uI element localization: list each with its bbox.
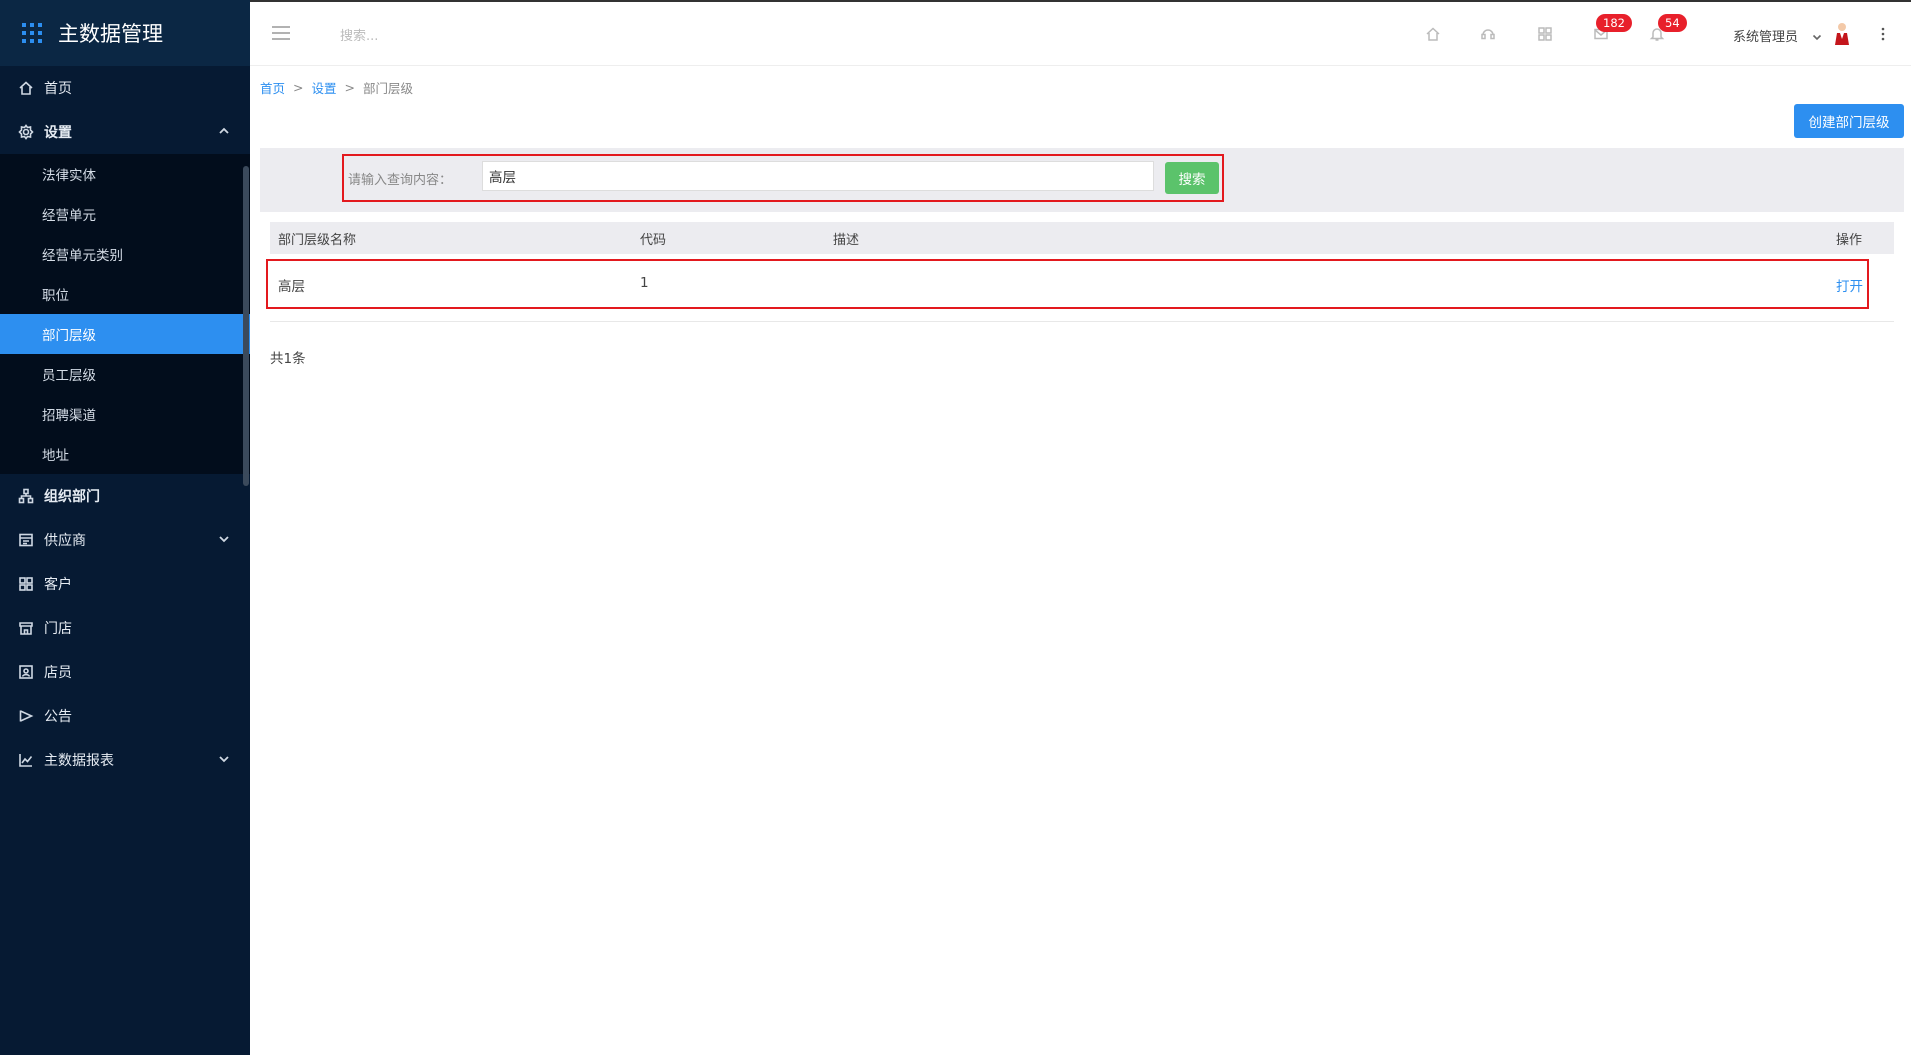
more-vertical-icon[interactable] xyxy=(1880,26,1886,42)
user-name[interactable]: 系统管理员 xyxy=(1733,26,1798,45)
column-header-desc: 描述 xyxy=(833,232,860,248)
sidebar-item-clerk[interactable]: 店员 xyxy=(0,650,250,694)
sidebar-item-supplier[interactable]: 供应商 xyxy=(0,518,250,562)
apps-icon[interactable] xyxy=(1537,26,1553,42)
create-department-level-button[interactable]: 创建部门层级 xyxy=(1794,104,1904,138)
apps-grid-icon xyxy=(22,23,42,43)
total-count: 共1条 xyxy=(270,351,306,367)
chevron-down-icon xyxy=(218,753,230,765)
sidebar-scrollbar[interactable] xyxy=(243,166,249,486)
breadcrumb-current: 部门层级 xyxy=(363,81,414,96)
breadcrumb-separator: > xyxy=(344,80,355,95)
sidebar-nav: 首页 设置 xyxy=(0,66,250,154)
sidebar-item-reports[interactable]: 主数据报表 xyxy=(0,738,250,782)
global-search-input[interactable] xyxy=(340,24,540,48)
sidebar-item-label: 主数据报表 xyxy=(44,753,114,769)
sidebar-subitem-business-unit-type[interactable]: 经营单元类别 xyxy=(0,234,250,274)
column-header-name: 部门层级名称 xyxy=(278,232,357,248)
sidebar-subitem-position[interactable]: 职位 xyxy=(0,274,250,314)
sidebar-item-label: 客户 xyxy=(44,577,72,593)
sidebar-item-org[interactable]: 组织部门 xyxy=(0,474,250,518)
sidebar-item-home[interactable]: 首页 xyxy=(0,66,250,110)
cell-code: 1 xyxy=(640,275,649,291)
breadcrumb: 首页 > 设置 > 部门层级 xyxy=(260,78,413,97)
table-header: 部门层级名称 代码 描述 操作 xyxy=(270,222,1894,254)
sidebar-item-label: 门店 xyxy=(44,621,72,637)
sidebar-subitem-department-level[interactable]: 部门层级 xyxy=(0,314,250,354)
table-row: 高层 1 打开 xyxy=(266,254,1894,322)
chart-line-icon xyxy=(18,752,34,768)
home-icon xyxy=(18,80,34,96)
supplier-icon xyxy=(18,532,34,548)
row-highlight-box xyxy=(266,259,1869,309)
top-header: 182 54 系统管理员 xyxy=(250,0,1911,66)
sidebar-subitem-business-unit[interactable]: 经营单元 xyxy=(0,194,250,234)
sidebar-item-customer[interactable]: 客户 xyxy=(0,562,250,606)
sidebar-item-label: 公告 xyxy=(44,709,72,725)
sidebar-subitem-address[interactable]: 地址 xyxy=(0,434,250,474)
settings-submenu: 法律实体 经营单元 经营单元类别 职位 部门层级 员工层级 招聘渠道 地址 xyxy=(0,154,250,474)
chevron-up-icon xyxy=(218,125,230,137)
support-icon[interactable] xyxy=(1480,26,1496,42)
open-link[interactable]: 打开 xyxy=(1836,275,1863,295)
sidebar-subitem-legal-entity[interactable]: 法律实体 xyxy=(0,154,250,194)
column-header-action: 操作 xyxy=(1836,232,1863,248)
sidebar-subitem-employee-level[interactable]: 员工层级 xyxy=(0,354,250,394)
column-header-code: 代码 xyxy=(640,232,667,248)
clerk-icon xyxy=(18,664,34,680)
app-title: 主数据管理 xyxy=(58,22,163,46)
sidebar-item-announcement[interactable]: 公告 xyxy=(0,694,250,738)
mail-badge: 182 xyxy=(1596,14,1632,32)
gear-icon xyxy=(18,124,34,140)
sidebar-item-store[interactable]: 门店 xyxy=(0,606,250,650)
brand[interactable]: 主数据管理 xyxy=(0,0,250,66)
sidebar-item-label: 店员 xyxy=(44,665,72,681)
org-tree-icon xyxy=(18,488,34,504)
search-panel: 请输入查询内容： 搜索 xyxy=(260,148,1904,212)
sidebar: 主数据管理 首页 设置 法律实体 经营单元 经营单元类别 职位 部门层级 员工层… xyxy=(0,0,250,1055)
customer-icon xyxy=(18,576,34,592)
sidebar-item-label: 组织部门 xyxy=(44,489,100,505)
sidebar-subitem-recruit-channel[interactable]: 招聘渠道 xyxy=(0,394,250,434)
department-level-table: 部门层级名称 代码 描述 操作 高层 1 打开 xyxy=(266,222,1894,322)
avatar[interactable] xyxy=(1833,22,1851,46)
sidebar-item-label: 设置 xyxy=(44,125,72,141)
home-icon[interactable] xyxy=(1425,26,1441,42)
main-content: 首页 > 设置 > 部门层级 创建部门层级 请输入查询内容： 搜索 部门层级名称… xyxy=(250,66,1911,1055)
breadcrumb-home[interactable]: 首页 xyxy=(260,78,285,97)
sidebar-item-settings[interactable]: 设置 xyxy=(0,110,250,154)
menu-toggle-icon[interactable] xyxy=(272,26,290,40)
cell-name: 高层 xyxy=(278,279,305,295)
breadcrumb-separator: > xyxy=(293,80,304,95)
store-icon xyxy=(18,620,34,636)
search-label: 请输入查询内容： xyxy=(348,173,453,188)
chevron-down-icon[interactable] xyxy=(1812,30,1822,41)
sidebar-nav-rest: 组织部门 供应商 客户 门店 店员 公告 主数据报表 xyxy=(0,474,250,782)
search-button[interactable]: 搜索 xyxy=(1165,162,1219,194)
sidebar-item-label: 首页 xyxy=(44,81,72,97)
sidebar-item-label: 供应商 xyxy=(44,533,86,549)
search-input[interactable] xyxy=(482,161,1154,191)
announcement-icon xyxy=(18,708,34,724)
bell-badge: 54 xyxy=(1658,14,1687,32)
breadcrumb-settings[interactable]: 设置 xyxy=(312,78,337,97)
chevron-down-icon xyxy=(218,533,230,545)
